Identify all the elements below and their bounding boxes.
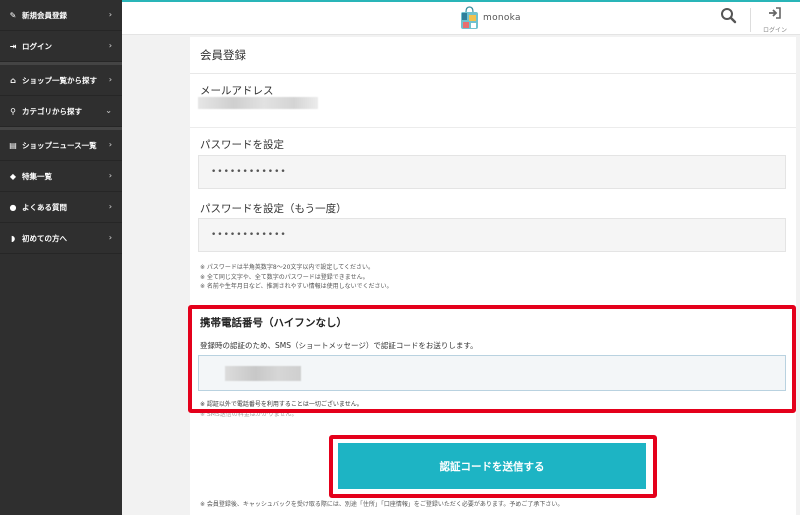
note-line: ※ パスワードは半角英数字8〜20文字以内で設定してください。 [200,264,375,271]
sidebar-item-label: ログイン [22,41,52,51]
pencil-icon: ✎ [9,10,17,20]
beginner-icon: ◗ [10,233,16,243]
sidebar: ✎ 新規会員登録 › ⇥ ログイン › ⌂ ショップ一覧から探す › ⚲ カテゴ… [0,0,122,515]
chevron-right-icon: › [108,41,112,51]
chevron-right-icon: › [108,233,112,243]
sidebar-item-faq[interactable]: ● よくある質問 › [0,192,122,223]
logo-text: monoka [483,13,521,23]
shopping-bag-icon [461,6,478,29]
chevron-right-icon: › [108,10,112,20]
password-field[interactable]: •••••••••••• [198,155,786,189]
login-label: ログイン [762,27,787,34]
logo[interactable]: monoka [460,6,521,30]
login-button[interactable]: ログイン [758,5,792,34]
sidebar-item-categories[interactable]: ⚲ カテゴリから探す ⌄ [0,96,122,127]
sidebar-item-label: 特集一覧 [22,171,52,181]
sidebar-item-login[interactable]: ⇥ ログイン › [0,31,122,62]
chevron-right-icon: › [108,171,112,181]
sidebar-item-beginners[interactable]: ◗ 初めての方へ › [0,223,122,254]
header: monoka ログイン [122,0,800,35]
highlight-frame-phone [188,305,796,413]
sidebar-item-label: カテゴリから探す [22,106,82,116]
password-confirm-field[interactable]: •••••••••••• [198,218,786,252]
password-label: パスワードを設定 [200,139,284,151]
password-notes: ※ パスワードは半角英数字8〜20文字以内で設定してください。 ※ 全て同じ文字… [200,263,392,292]
search-icon: ⚲ [10,106,16,116]
sidebar-item-label: 新規会員登録 [22,10,67,20]
sidebar-item-features[interactable]: ◆ 特集一覧 › [0,161,122,192]
chevron-down-icon: ⌄ [105,106,112,116]
email-value-redacted [198,97,318,109]
search-button[interactable] [719,6,739,26]
password-confirm-label: パスワードを設定（もう一度） [200,203,347,215]
password-value: •••••••••••• [211,167,287,177]
sidebar-item-label: 初めての方へ [22,233,67,243]
sidebar-item-shops[interactable]: ⌂ ショップ一覧から探す › [0,65,122,96]
login-icon: ⇥ [9,41,17,51]
chevron-right-icon: › [108,140,112,150]
chevron-right-icon: › [108,75,112,85]
shop-icon: ⌂ [10,75,16,85]
login-icon [769,7,781,19]
sidebar-item-register[interactable]: ✎ 新規会員登録 › [0,0,122,31]
note-line: ※ 名前や生年月日など、推測されやすい情報は使用しないでください。 [200,283,393,290]
tag-icon: ◆ [9,171,17,181]
page-title: 会員登録 [200,48,246,62]
chat-icon: ● [9,202,17,212]
highlight-frame-button [329,435,657,498]
search-icon [721,8,737,24]
header-divider [750,8,751,32]
password-confirm-value: •••••••••••• [211,230,287,240]
title-divider [190,73,796,74]
section-divider [190,127,796,128]
sidebar-item-label: ショップニュース一覧 [22,140,97,150]
bottom-note: ※ 会員登録後、キャッシュバックを受け取る際には、別途「住所」「口座情報」をご登… [200,501,564,508]
news-icon: ▤ [9,140,17,150]
email-label: メールアドレス [200,85,274,97]
note-line: ※ 全て同じ文字や、全て数字のパスワードは登録できません。 [200,273,369,281]
sidebar-item-news[interactable]: ▤ ショップニュース一覧 › [0,130,122,161]
chevron-right-icon: › [108,202,112,212]
sidebar-item-label: よくある質問 [22,202,67,212]
sidebar-item-label: ショップ一覧から探す [22,75,97,85]
